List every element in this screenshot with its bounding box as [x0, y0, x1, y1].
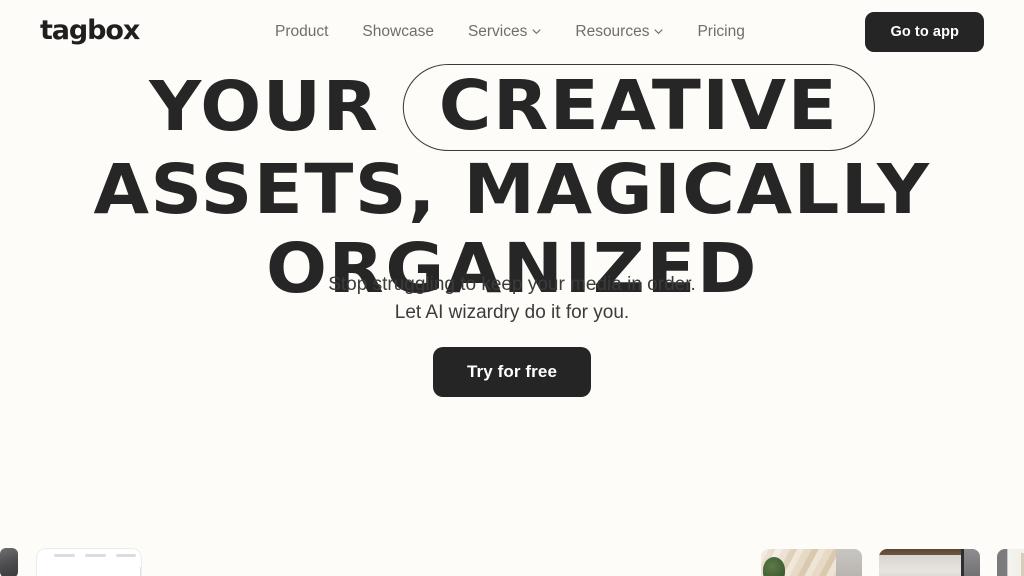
logo[interactable]: tagbox [40, 17, 140, 44]
thumbnail-image [879, 549, 980, 576]
go-to-app-button[interactable]: Go to app [865, 12, 984, 52]
subtitle-line-2: Let AI wizardry do it for you. [394, 302, 630, 323]
panel-tab-marker [116, 554, 136, 557]
headline-word-your: YOUR [149, 67, 380, 147]
panel-tab-marker [54, 554, 75, 557]
subtitle-line-1: Stop struggling to keep your media in or… [328, 274, 696, 295]
thumbnail-image [761, 549, 862, 576]
hero-subtitle: Stop struggling to keep your media in or… [0, 271, 1024, 327]
hero-subtitle-wrapper: Stop struggling to keep your media in or… [0, 271, 1024, 327]
preview-thumbnail-shelf[interactable] [997, 549, 1024, 576]
hero-cta-wrapper: Try for free [0, 347, 1024, 397]
try-for-free-button[interactable]: Try for free [432, 347, 591, 397]
nav-item-pricing[interactable]: Pricing [680, 20, 761, 44]
headline-pill-creative: CREATIVE [402, 64, 875, 151]
preview-thumbnail-wood-plant[interactable] [761, 549, 862, 576]
nav-item-showcase[interactable]: Showcase [345, 20, 451, 44]
headline-line-2: ASSETS, MAGICALLY [93, 150, 931, 230]
nav-item-label: Resources [575, 23, 650, 40]
chevron-down-icon [532, 27, 541, 36]
preview-panel-card[interactable] [36, 548, 142, 576]
main-navigation: Product Showcase Services Resources Pric… [258, 20, 762, 44]
panel-tab-marker [85, 554, 106, 557]
nav-item-label: Product [275, 23, 329, 40]
bottom-preview-strip [0, 540, 1024, 576]
edge-card-sliver[interactable] [0, 548, 18, 576]
nav-item-services[interactable]: Services [451, 20, 558, 44]
preview-thumbnail-interior-room[interactable] [879, 549, 980, 576]
thumbnail-image [997, 549, 1024, 576]
site-header: tagbox Product Showcase Services Resourc… [0, 0, 1024, 64]
nav-item-label: Services [467, 23, 528, 40]
headline-line-1: YOUR CREATIVE [0, 64, 1024, 151]
nav-item-label: Showcase [362, 23, 434, 40]
nav-item-label: Pricing [697, 23, 745, 40]
nav-item-resources[interactable]: Resources [558, 20, 680, 44]
nav-item-product[interactable]: Product [258, 20, 345, 44]
panel-divider [140, 567, 141, 576]
chevron-down-icon [654, 27, 663, 36]
